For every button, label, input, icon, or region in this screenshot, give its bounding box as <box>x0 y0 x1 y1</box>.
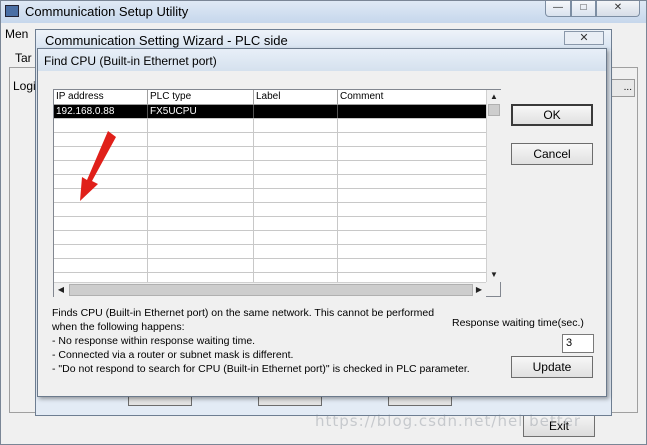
table-cell-label <box>254 161 338 174</box>
table-cell-plc-type <box>148 175 254 188</box>
watermark: https://blog.csdn.net/hel better <box>315 412 582 430</box>
table-cell-label <box>254 175 338 188</box>
table-cell-comment <box>338 217 486 230</box>
table-row[interactable] <box>54 189 486 203</box>
wizard-title: Communication Setting Wizard - PLC side <box>45 33 288 48</box>
table-cell-comment <box>338 105 486 118</box>
table-cell-comment <box>338 203 486 216</box>
response-time-label: Response waiting time(sec.) <box>452 317 584 329</box>
column-header-plc-type[interactable]: PLC type <box>148 90 254 104</box>
table-row[interactable] <box>54 203 486 217</box>
column-header-comment[interactable]: Comment <box>338 90 486 104</box>
maximize-button[interactable]: □ <box>571 1 596 17</box>
table-cell-ip <box>54 231 148 244</box>
table-cell-plc-type <box>148 133 254 146</box>
table-cell-label <box>254 189 338 202</box>
wizard-titlebar: Communication Setting Wizard - PLC side … <box>36 30 611 50</box>
column-header-label[interactable]: Label <box>254 90 338 104</box>
table-row[interactable] <box>54 217 486 231</box>
table-cell-plc-type <box>148 245 254 258</box>
table-cell-comment <box>338 119 486 132</box>
scrollbar-corner <box>486 282 500 296</box>
tab-target[interactable]: Tar <box>15 51 32 65</box>
ok-button[interactable]: OK <box>511 104 593 126</box>
table-cell-label <box>254 231 338 244</box>
table-cell-ip <box>54 217 148 230</box>
table-cell-comment <box>338 231 486 244</box>
close-button[interactable]: ✕ <box>596 1 640 17</box>
annotation-arrow-icon <box>80 131 116 201</box>
table-cell-comment <box>338 259 486 272</box>
scroll-right-arrow-icon[interactable]: ▶ <box>472 283 486 297</box>
vertical-scroll-thumb[interactable] <box>488 104 500 116</box>
table-cell-ip <box>54 259 148 272</box>
table-cell-label <box>254 259 338 272</box>
table-row[interactable] <box>54 119 486 133</box>
table-cell-plc-type <box>148 189 254 202</box>
table-cell-label <box>254 105 338 118</box>
table-cell-ip <box>54 203 148 216</box>
app-icon <box>5 5 19 17</box>
table-row[interactable]: 192.168.0.88 FX5UCPU <box>54 105 486 119</box>
menu-label[interactable]: Men <box>5 27 28 41</box>
horizontal-scrollbar[interactable]: ◀ ▶ <box>54 282 486 297</box>
table-row[interactable] <box>54 161 486 175</box>
minimize-button[interactable]: — <box>545 1 571 17</box>
table-cell-label <box>254 119 338 132</box>
table-row[interactable] <box>54 259 486 273</box>
list-header: IP address PLC type Label Comment <box>54 90 486 105</box>
table-cell-label <box>254 217 338 230</box>
cpu-list[interactable]: IP address PLC type Label Comment 192.16… <box>53 89 501 297</box>
table-cell-comment <box>338 147 486 160</box>
table-cell-comment <box>338 161 486 174</box>
horizontal-scroll-thumb[interactable] <box>69 284 473 296</box>
table-cell-comment <box>338 245 486 258</box>
main-titlebar: Communication Setup Utility — □ ✕ <box>1 1 646 23</box>
cancel-button[interactable]: Cancel <box>511 143 593 165</box>
table-cell-ip <box>54 245 148 258</box>
table-cell-plc-type <box>148 231 254 244</box>
table-cell-label <box>254 133 338 146</box>
table-cell-comment <box>338 175 486 188</box>
description-text: Finds CPU (Built-in Ethernet port) on th… <box>52 307 470 375</box>
table-cell-plc-type <box>148 161 254 174</box>
find-cpu-dialog: Find CPU (Built-in Ethernet port) IP add… <box>37 48 607 397</box>
table-row[interactable] <box>54 175 486 189</box>
logical-station-label: Logi <box>13 79 36 93</box>
find-cpu-titlebar: Find CPU (Built-in Ethernet port) <box>38 49 606 71</box>
window-title: Communication Setup Utility <box>25 4 189 19</box>
response-time-input[interactable]: 3 <box>562 334 594 353</box>
wizard-next-button[interactable] <box>258 397 322 406</box>
scroll-up-arrow-icon[interactable]: ▲ <box>487 90 501 104</box>
scroll-left-arrow-icon[interactable]: ◀ <box>54 283 68 297</box>
vertical-scrollbar[interactable]: ▲ ▼ <box>486 90 501 282</box>
wizard-finish-button[interactable] <box>388 397 452 406</box>
table-cell-plc-type <box>148 147 254 160</box>
table-row[interactable] <box>54 147 486 161</box>
table-cell-ip: 192.168.0.88 <box>54 105 148 118</box>
wizard-close-button[interactable]: ✕ <box>564 31 604 45</box>
table-row[interactable] <box>54 245 486 259</box>
table-cell-plc-type <box>148 259 254 272</box>
table-cell-label <box>254 245 338 258</box>
table-cell-plc-type: FX5UCPU <box>148 105 254 118</box>
table-row[interactable] <box>54 231 486 245</box>
table-cell-label <box>254 203 338 216</box>
update-button[interactable]: Update <box>511 356 593 378</box>
table-cell-plc-type <box>148 217 254 230</box>
table-cell-plc-type <box>148 119 254 132</box>
scroll-down-arrow-icon[interactable]: ▼ <box>487 268 501 282</box>
wizard-back-button[interactable] <box>128 397 192 406</box>
table-cell-label <box>254 147 338 160</box>
find-cpu-title: Find CPU (Built-in Ethernet port) <box>44 54 217 68</box>
table-row[interactable] <box>54 133 486 147</box>
table-cell-comment <box>338 133 486 146</box>
table-cell-plc-type <box>148 203 254 216</box>
column-header-ip[interactable]: IP address <box>54 90 148 104</box>
table-cell-comment <box>338 189 486 202</box>
